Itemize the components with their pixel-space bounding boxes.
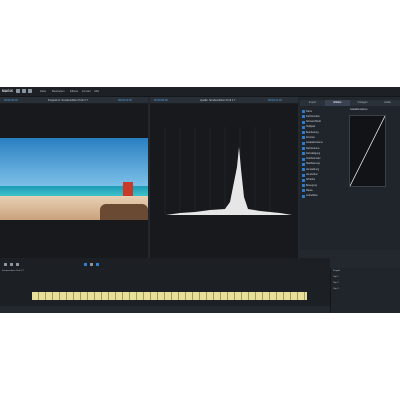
source-time-left: 00:00:00:00 — [154, 98, 168, 102]
tab-effekte[interactable]: Effekte — [325, 100, 350, 106]
media-row[interactable]: Clip 2 — [333, 282, 339, 286]
effect-icon — [302, 184, 305, 188]
program-time-right: 00:00:12:03 — [118, 98, 132, 102]
histogram — [164, 127, 292, 215]
effect-item[interactable]: Verwacklung — [302, 167, 348, 172]
effect-icon — [302, 162, 305, 166]
effect-icon — [302, 194, 305, 198]
effect-item[interactable]: Colorkorrektur — [302, 157, 348, 162]
effect-icon — [302, 120, 305, 124]
menu-fenster[interactable]: Fenster — [82, 90, 91, 93]
source-time-right: 00:00:12:03 — [268, 98, 282, 102]
effect-icon — [302, 173, 305, 177]
video-preview — [0, 138, 148, 220]
effect-icon — [302, 189, 305, 193]
menu-effekte[interactable]: Effekte — [70, 90, 78, 93]
program-title: Programm: Sonderedition Profi 2 7 — [48, 98, 88, 102]
menu-hilfe[interactable]: Hilfe — [94, 90, 99, 93]
tab-vorlagen[interactable]: Vorlagen — [350, 100, 375, 106]
source-title: Quelle: Sonderedition Profi 2 7 — [200, 98, 236, 102]
effect-icon — [302, 168, 305, 172]
media-row[interactable]: Clip 1 — [333, 276, 339, 280]
curve-editor[interactable] — [349, 115, 386, 187]
media-row[interactable]: Projekt — [333, 270, 340, 274]
effect-icon — [302, 131, 305, 135]
stop-icon[interactable] — [90, 263, 93, 266]
effect-item[interactable]: Bewegung — [302, 183, 348, 188]
effect-item[interactable]: Farbsättigung — [302, 151, 348, 156]
source-monitor: 00:00:00:00 Quelle: Sonderedition Profi … — [150, 97, 298, 262]
effect-icon — [302, 152, 305, 156]
effect-item[interactable]: Bearbeitung — [302, 130, 348, 135]
cut-icon[interactable] — [4, 263, 7, 266]
app-logo: MAGIX — [2, 89, 13, 93]
tab-audio[interactable]: Audio — [375, 100, 400, 106]
tab-import[interactable]: Import — [300, 100, 325, 106]
effect-icon — [302, 115, 305, 119]
play-icon[interactable] — [84, 263, 87, 266]
effect-item[interactable]: Schärfen — [302, 178, 348, 183]
curve-title: Gradationskurve — [350, 108, 368, 111]
effect-item[interactable]: Maske — [302, 188, 348, 193]
effect-item[interactable]: Gradationskurve — [302, 141, 348, 146]
open-icon[interactable] — [22, 89, 26, 93]
menubar: MAGIX Datei Bearbeiten Effekte Fenster H… — [0, 87, 400, 97]
new-icon[interactable] — [16, 89, 20, 93]
effect-icon — [302, 110, 305, 113]
menu-datei[interactable]: Datei — [40, 90, 46, 93]
effect-icon — [302, 147, 305, 151]
video-rocks — [100, 204, 148, 220]
effect-item[interactable]: Kontrast — [302, 135, 348, 140]
effect-item[interactable]: Helligkeit — [302, 125, 348, 130]
program-time-left: 00:00:00:00 — [4, 98, 18, 102]
effect-icon — [302, 125, 305, 129]
effects-list: Farbe Farbkorrektur Schwarz/Weiß Helligk… — [302, 109, 348, 199]
right-tabs: Import Effekte Vorlagen Audio — [300, 100, 400, 106]
effect-icon — [302, 157, 305, 161]
save-icon[interactable] — [28, 89, 32, 93]
track-label: Sonderedition Profi 2 7 — [2, 270, 25, 272]
effect-icon — [302, 136, 305, 140]
menu-bearbeiten[interactable]: Bearbeiten — [52, 90, 65, 93]
split-icon[interactable] — [10, 263, 13, 266]
program-monitor-header: 00:00:00:00 Programm: Sonderedition Prof… — [0, 97, 148, 104]
media-panel: Projekt Clip 1 Clip 2 Clip 3 — [330, 268, 400, 313]
video-track[interactable] — [32, 292, 307, 300]
video-sky — [0, 138, 148, 186]
effect-item[interactable]: Farbe — [302, 109, 348, 114]
effect-item[interactable]: Schwarz/Weiß — [302, 120, 348, 125]
effect-item[interactable]: Stabilisierung — [302, 162, 348, 167]
effect-item[interactable]: Farbkorrektur — [302, 114, 348, 119]
effect-item[interactable]: Verwischen — [302, 173, 348, 178]
effect-item[interactable]: Lichteffekte — [302, 194, 348, 199]
effect-item[interactable]: Farbtonkurve — [302, 146, 348, 151]
media-row[interactable]: Clip 3 — [333, 288, 339, 292]
undo-icon[interactable] — [16, 263, 19, 266]
effect-icon — [302, 141, 305, 145]
video-lifeguard-hut — [123, 182, 133, 196]
record-icon[interactable] — [96, 263, 99, 266]
source-monitor-header: 00:00:00:00 Quelle: Sonderedition Profi … — [150, 97, 298, 104]
effect-icon — [302, 178, 305, 182]
